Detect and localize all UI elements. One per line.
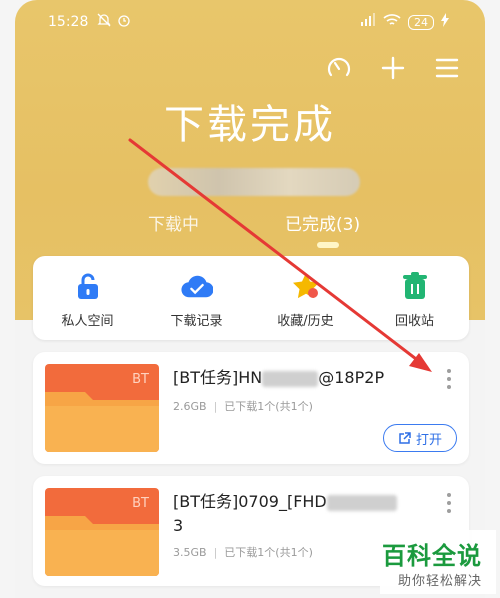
file-size: 3.5GB <box>173 546 207 559</box>
file-name-suffix: @18P2P <box>318 368 385 387</box>
file-name-prefix: [BT任务]HN <box>173 368 263 387</box>
app-frame: 15:28 24 下载完成 下载中 已完成(3) 私人空间 下载记录 收藏/历史… <box>15 0 485 598</box>
private-space-button[interactable]: 私人空间 <box>33 256 142 340</box>
blurred-name-part <box>262 370 319 387</box>
blurred-name-part <box>326 494 397 511</box>
tab-completed[interactable]: 已完成(3) <box>285 210 360 235</box>
file-name-suffix: 3 <box>173 516 184 535</box>
file-name-prefix: [BT任务]0709_[FHD <box>173 492 327 511</box>
folder-icon <box>45 392 159 452</box>
mute-icon <box>96 12 112 32</box>
file-meta: 2.6GB | 已下载1个(共1个) <box>173 400 313 413</box>
speed-limit-icon[interactable] <box>323 52 355 84</box>
file-progress: 已下载1个(共1个) <box>224 400 313 413</box>
tab-downloading[interactable]: 下载中 <box>148 210 199 235</box>
wifi-icon <box>383 13 401 31</box>
watermark-subtitle: 助你轻松解决 <box>397 574 482 589</box>
status-bar: 15:28 24 <box>48 12 449 32</box>
watermark-title: 百科全说 <box>382 542 482 570</box>
tab-active-indicator <box>317 242 339 248</box>
open-button-label: 打开 <box>415 432 442 448</box>
download-tabs: 下载中 已完成(3) <box>15 206 485 248</box>
file-size: 2.6GB <box>173 400 207 413</box>
more-options-icon[interactable] <box>439 488 459 518</box>
page-title: 下载完成 <box>164 102 336 148</box>
watermark: 百科全说 助你轻松解决 <box>380 530 496 594</box>
file-thumbnail: BT <box>45 488 159 576</box>
favorites-history-button[interactable]: 收藏/历史 <box>251 256 360 340</box>
recycle-bin-label: 回收站 <box>394 314 434 329</box>
lock-icon <box>72 270 104 302</box>
file-meta: 3.5GB | 已下载1个(共1个) <box>173 546 313 559</box>
download-history-label: 下载记录 <box>170 314 223 329</box>
charging-icon <box>441 13 449 31</box>
file-name: [BT任务]HN @18P2P <box>173 366 423 390</box>
open-button[interactable]: 打开 <box>383 424 457 452</box>
download-history-button[interactable]: 下载记录 <box>142 256 251 340</box>
favorites-history-label: 收藏/历史 <box>277 314 334 329</box>
blurred-storage-info <box>148 168 360 196</box>
battery-indicator: 24 <box>408 14 434 30</box>
menu-icon[interactable] <box>431 52 463 84</box>
alarm-icon <box>116 12 132 32</box>
folder-icon <box>45 516 159 576</box>
status-time: 15:28 <box>48 14 89 30</box>
signal-icon <box>360 13 376 31</box>
recycle-bin-button[interactable]: 回收站 <box>360 256 469 340</box>
private-space-label: 私人空间 <box>61 314 114 329</box>
trash-icon <box>399 270 431 302</box>
file-card[interactable]: BT [BT任务]HN @18P2P 2.6GB | 已下载1个(共1个) 打开 <box>33 352 469 464</box>
add-icon[interactable] <box>377 52 409 84</box>
more-options-icon[interactable] <box>439 364 459 394</box>
open-external-icon <box>399 431 411 444</box>
star-icon <box>290 270 322 302</box>
quick-actions-panel: 私人空间 下载记录 收藏/历史 回收站 <box>33 256 469 340</box>
cloud-check-icon <box>180 270 213 302</box>
file-progress: 已下载1个(共1个) <box>224 546 313 559</box>
file-thumbnail: BT <box>45 364 159 452</box>
